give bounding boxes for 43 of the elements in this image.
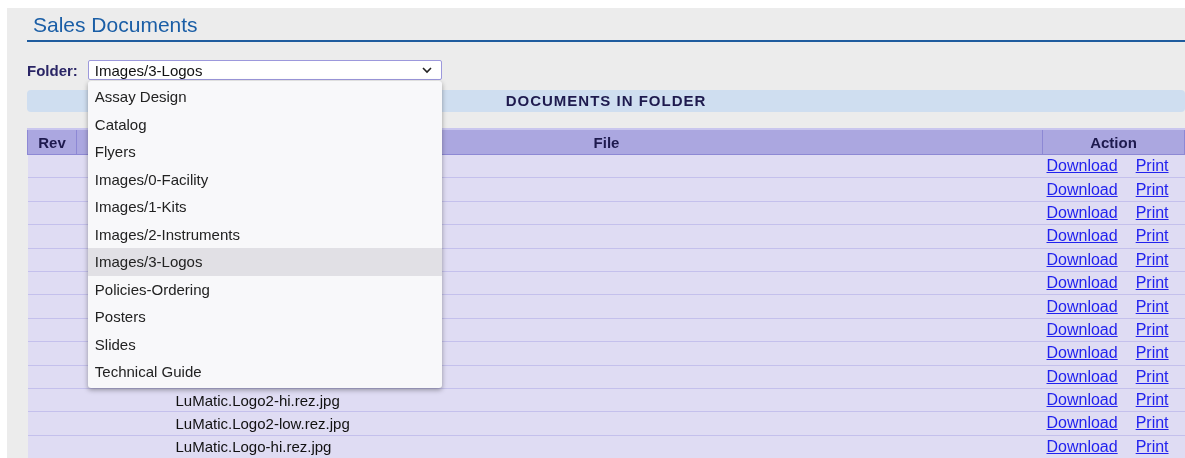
file-name: LuMatic.Logo2-hi.rez.jpg: [175, 391, 340, 409]
print-link[interactable]: Print: [1135, 227, 1169, 245]
download-link[interactable]: Download: [1046, 157, 1118, 175]
chevron-down-icon: [420, 66, 433, 74]
download-link[interactable]: Download: [1046, 367, 1118, 385]
download-link[interactable]: Download: [1046, 274, 1118, 292]
print-link[interactable]: Print: [1135, 344, 1169, 362]
print-link[interactable]: Print: [1135, 297, 1169, 315]
folder-option[interactable]: Slides: [87, 330, 442, 358]
print-link[interactable]: Print: [1135, 274, 1169, 292]
download-link[interactable]: Download: [1046, 437, 1118, 455]
download-link[interactable]: Download: [1046, 250, 1118, 268]
folder-option[interactable]: Technical Guide: [87, 358, 442, 386]
folder-option[interactable]: Policies-Ordering: [87, 275, 442, 303]
download-link[interactable]: Download: [1046, 227, 1118, 245]
print-link[interactable]: Print: [1135, 203, 1169, 221]
print-link[interactable]: Print: [1135, 414, 1169, 432]
column-header: Rev: [27, 129, 77, 155]
file-name: LuMatic.Logo2-low.rez.jpg: [175, 415, 350, 432]
print-link[interactable]: Print: [1135, 367, 1169, 385]
download-link[interactable]: Download: [1046, 344, 1118, 362]
download-link[interactable]: Download: [1046, 297, 1118, 315]
file-name: LuMatic.Logo-hi.rez.jpg: [175, 438, 332, 456]
print-link[interactable]: Print: [1135, 180, 1169, 198]
download-link[interactable]: Download: [1046, 320, 1118, 338]
folder-option[interactable]: Images/2-Instruments: [87, 220, 442, 248]
folder-label: Folder:: [27, 61, 78, 79]
print-link[interactable]: Print: [1135, 320, 1169, 338]
print-link[interactable]: Print: [1135, 157, 1169, 175]
folder-option[interactable]: Posters: [87, 303, 442, 331]
folder-option[interactable]: Images/0-Facility: [87, 165, 442, 193]
folder-select[interactable]: Images/3-Logos: [87, 60, 442, 80]
print-link[interactable]: Print: [1135, 250, 1169, 268]
folder-option[interactable]: Images/1-Kits: [87, 193, 442, 221]
download-link[interactable]: Download: [1046, 180, 1118, 198]
print-link[interactable]: Print: [1135, 437, 1169, 455]
folder-option[interactable]: Images/3-Logos: [87, 248, 442, 276]
download-link[interactable]: Download: [1046, 203, 1118, 221]
download-link[interactable]: Download: [1046, 414, 1118, 432]
page-title: Sales Documents: [27, 8, 1185, 42]
column-header: Action: [1042, 129, 1185, 155]
print-link[interactable]: Print: [1135, 391, 1169, 409]
download-link[interactable]: Download: [1046, 391, 1118, 409]
